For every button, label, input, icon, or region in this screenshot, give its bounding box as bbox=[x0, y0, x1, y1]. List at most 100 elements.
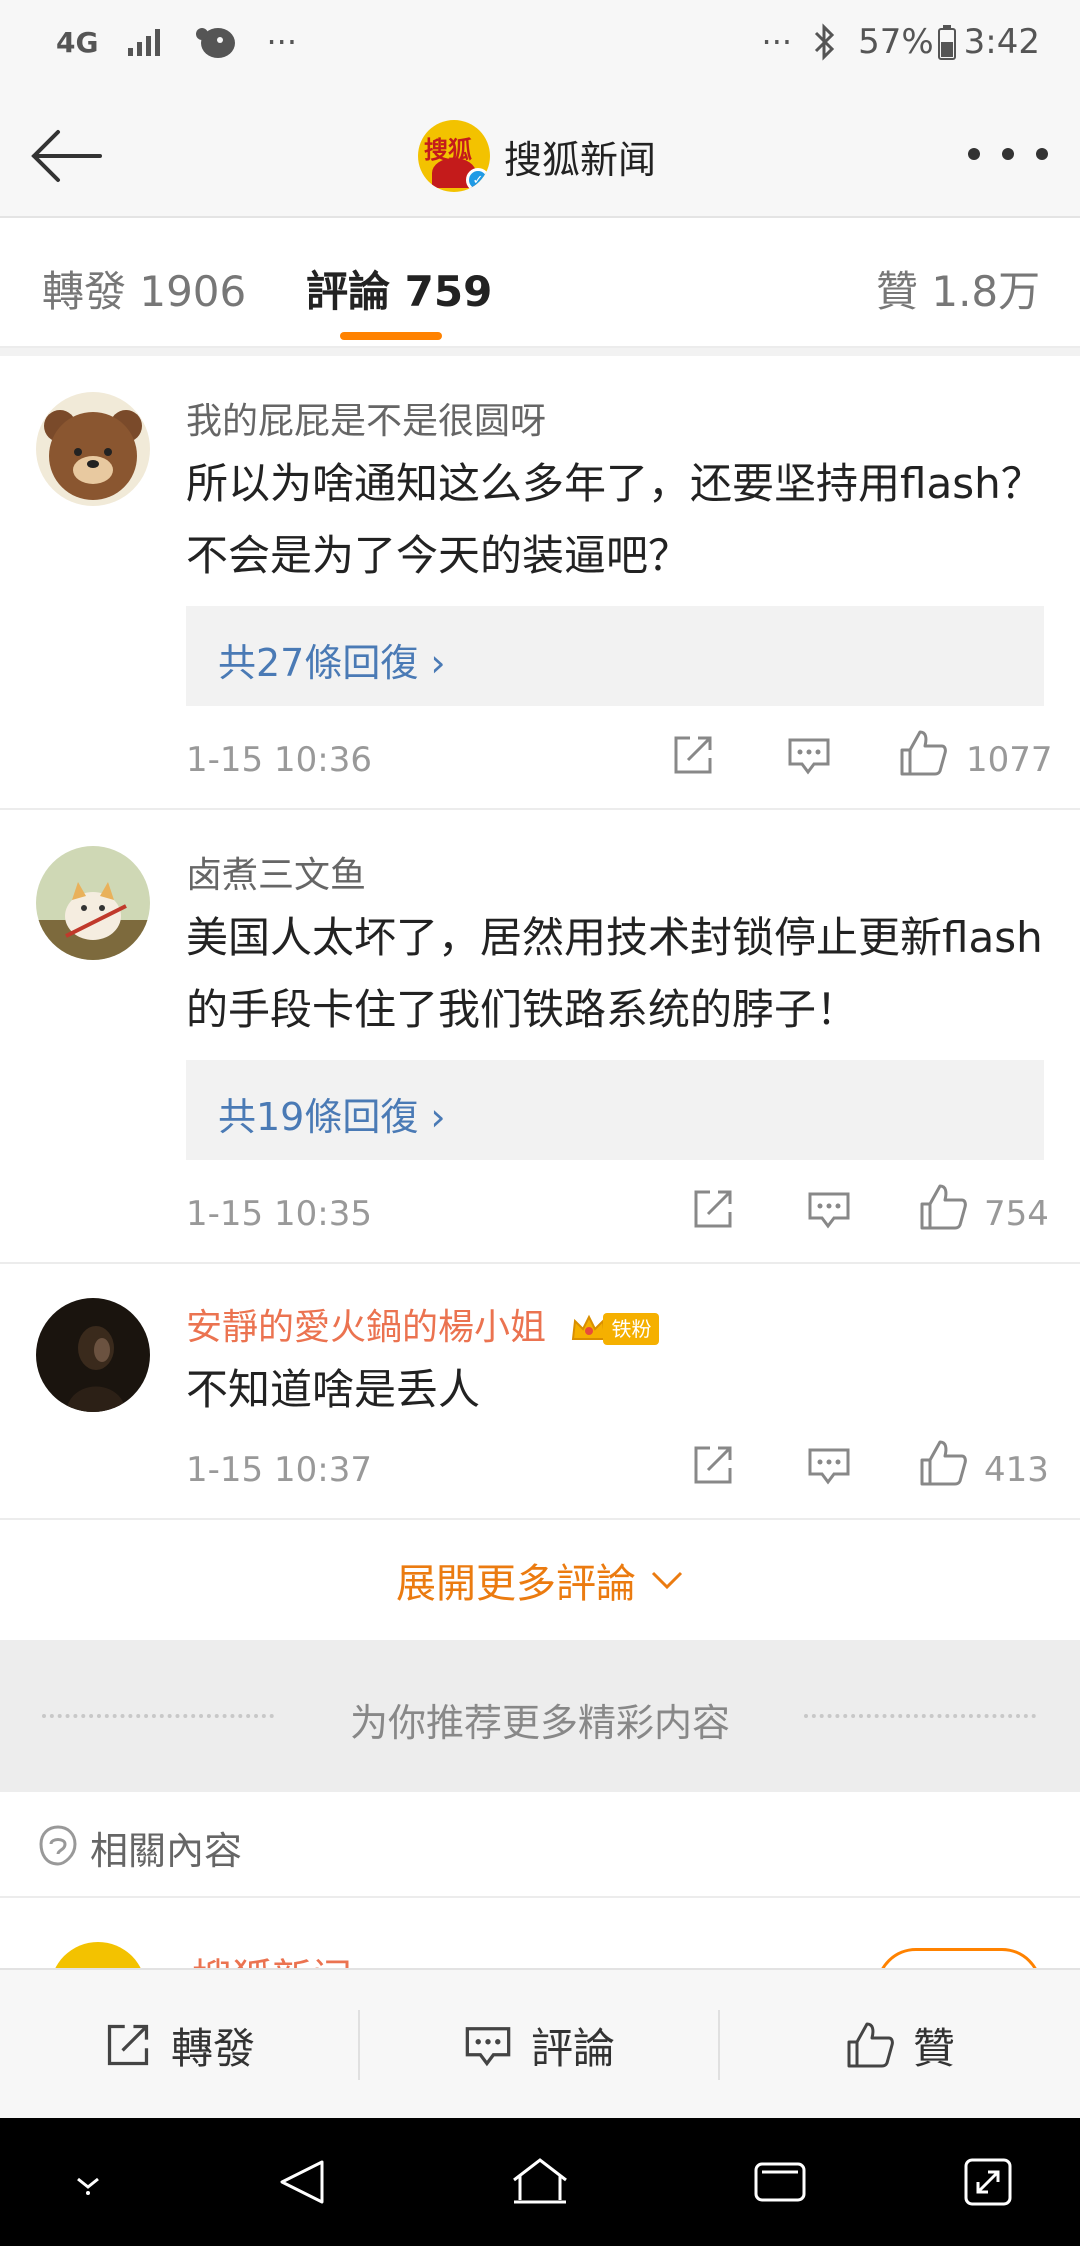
app-notification-icon bbox=[196, 28, 236, 58]
share-button[interactable] bbox=[690, 1186, 736, 1232]
account-name[interactable]: 搜狐新闻 bbox=[504, 129, 656, 184]
related-avatar bbox=[50, 1942, 146, 1970]
portrait-avatar-icon bbox=[66, 1326, 126, 1412]
comment-author-name: 安靜的愛火鍋的楊小姐 bbox=[186, 1307, 547, 1348]
replies-link[interactable]: 共19條回復 › bbox=[186, 1060, 1044, 1160]
divider bbox=[0, 346, 1080, 356]
more-notifications-indicator: ··· bbox=[266, 23, 297, 61]
hide-nav-button[interactable] bbox=[52, 2146, 124, 2218]
related-author: 搜狐新闻 bbox=[192, 1946, 352, 1970]
like-count: 413 bbox=[984, 1450, 1049, 1490]
thumbs-up-icon bbox=[900, 730, 947, 776]
repost-label: 轉發 bbox=[170, 2023, 255, 2073]
recommend-label: 为你推荐更多精彩内容 bbox=[349, 1701, 730, 1745]
like-button[interactable] bbox=[898, 728, 948, 778]
comment-icon bbox=[465, 2027, 511, 2067]
comment-author[interactable]: 安靜的愛火鍋的楊小姐 铁粉 bbox=[186, 1298, 660, 1350]
comment-item: 安靜的愛火鍋的楊小姐 铁粉 不知道啥是丢人 1-15 10:37 413 bbox=[0, 1264, 1080, 1520]
like-button[interactable] bbox=[918, 1438, 968, 1488]
network-indicator: 4G bbox=[56, 25, 99, 59]
comment-author[interactable]: 我的屁屁是不是很圆呀 bbox=[186, 392, 546, 444]
recents-nav-button[interactable] bbox=[744, 2146, 816, 2218]
related-content-header: 相關內容 bbox=[0, 1792, 1080, 1898]
tab-comments[interactable]: 評論 759 bbox=[306, 258, 492, 319]
bottom-action-bar: 轉發 評論 贊 bbox=[0, 1968, 1080, 2118]
signal-icon bbox=[128, 29, 161, 56]
comment-item: 我的屁屁是不是很圆呀 所以为啥通知这么多年了，还要坚持用flash？ 不会是为了… bbox=[0, 356, 1080, 810]
chevron-down-icon bbox=[651, 1571, 683, 1590]
chevron-down-icon bbox=[77, 2177, 99, 2195]
thumbs-up-icon bbox=[920, 1440, 967, 1486]
avatar[interactable] bbox=[36, 846, 150, 960]
comment-time: 1-15 10:37 bbox=[186, 1450, 372, 1490]
thumbs-up-icon bbox=[847, 2022, 894, 2068]
replies-label: 共19條回復 › bbox=[218, 1095, 446, 1139]
system-navigation-bar bbox=[0, 2118, 1080, 2246]
more-dot-icon bbox=[1036, 148, 1048, 160]
comment-text: 不知道啥是丢人 bbox=[186, 1365, 481, 1414]
comment-icon bbox=[808, 1448, 850, 1485]
share-icon bbox=[674, 736, 712, 774]
comment-icon bbox=[808, 1192, 850, 1229]
replies-link[interactable]: 共27條回復 › bbox=[186, 606, 1044, 706]
verified-icon: ✓ bbox=[466, 168, 490, 192]
share-button[interactable] bbox=[690, 1442, 736, 1488]
like-count: 754 bbox=[984, 1194, 1049, 1234]
repost-button[interactable]: 轉發 bbox=[0, 1970, 358, 2120]
reply-button[interactable] bbox=[786, 732, 832, 778]
reply-button[interactable] bbox=[806, 1442, 852, 1488]
like-button[interactable] bbox=[918, 1182, 968, 1232]
fan-badge: 铁粉 bbox=[569, 1309, 660, 1349]
tab-repost[interactable]: 轉發 1906 bbox=[42, 258, 246, 319]
replies-label: 共27條回復 › bbox=[218, 641, 446, 685]
comment-text: 所以为啥通知这么多年了，还要坚持用flash？ 不会是为了今天的装逼吧？ bbox=[186, 459, 1043, 580]
comment-time: 1-15 10:36 bbox=[186, 740, 372, 780]
expand-nav-button[interactable] bbox=[952, 2146, 1024, 2218]
home-icon bbox=[513, 2158, 567, 2204]
comment-author[interactable]: 卤煮三文鱼 bbox=[186, 846, 366, 898]
bluetooth-icon bbox=[815, 23, 835, 61]
bear-avatar-icon bbox=[44, 410, 142, 500]
comment-icon bbox=[788, 738, 830, 775]
reply-button[interactable] bbox=[806, 1186, 852, 1232]
like-count: 1077 bbox=[966, 740, 1053, 780]
share-icon bbox=[694, 1190, 732, 1228]
expand-more-label: 展開更多評論 bbox=[396, 1561, 636, 1607]
dotted-rule bbox=[804, 1714, 1036, 1718]
follow-button[interactable] bbox=[876, 1948, 1042, 1970]
expand-more-comments-button[interactable]: 展開更多評論 bbox=[0, 1520, 1080, 1640]
cat-avatar-icon bbox=[36, 882, 150, 960]
more-dot-icon bbox=[1002, 148, 1014, 160]
more-status-indicator: ··· bbox=[761, 23, 793, 61]
active-tab-indicator bbox=[340, 332, 442, 340]
avatar[interactable] bbox=[36, 1298, 150, 1412]
triangle-back-icon bbox=[280, 2160, 324, 2204]
back-button[interactable] bbox=[24, 114, 108, 198]
share-icon bbox=[694, 1446, 732, 1484]
related-item-preview[interactable]: 搜狐新闻 bbox=[0, 1900, 1080, 1970]
avatar[interactable] bbox=[36, 392, 150, 506]
recommend-divider: 为你推荐更多精彩内容 bbox=[0, 1640, 1080, 1792]
comment-label: 評論 bbox=[530, 2023, 615, 2073]
comment-time: 1-15 10:35 bbox=[186, 1194, 372, 1234]
related-icon bbox=[39, 1825, 77, 1866]
battery-icon bbox=[937, 25, 956, 60]
back-nav-button[interactable] bbox=[266, 2146, 338, 2218]
expand-arrows-icon bbox=[964, 2158, 1012, 2206]
comment-button[interactable]: 評論 bbox=[360, 1970, 718, 2120]
account-avatar[interactable]: 搜狐 ✓ bbox=[418, 120, 490, 192]
account-header[interactable]: 搜狐 ✓ 搜狐新闻 bbox=[418, 118, 656, 194]
like-post-button[interactable]: 贊 bbox=[720, 1970, 1080, 2120]
tab-likes[interactable]: 贊 1.8万 bbox=[876, 258, 1040, 319]
comment-item: 卤煮三文鱼 美国人太坏了，居然用技术封锁停止更新flash的手段卡住了我们铁路系… bbox=[0, 810, 1080, 1264]
tab-bar: 轉發 1906 評論 759 贊 1.8万 bbox=[0, 218, 1080, 348]
more-options-button[interactable] bbox=[968, 132, 1048, 176]
battery-percent: 57% bbox=[858, 22, 934, 62]
nav-bar: 搜狐 ✓ 搜狐新闻 bbox=[0, 92, 1080, 218]
comment-text: 美国人太坏了，居然用技术封锁停止更新flash的手段卡住了我们铁路系统的脖子！ bbox=[186, 913, 1043, 1034]
home-nav-button[interactable] bbox=[504, 2146, 576, 2218]
back-arrow-icon bbox=[31, 130, 102, 182]
share-button[interactable] bbox=[670, 732, 716, 778]
recents-icon bbox=[754, 2162, 806, 2202]
more-dot-icon bbox=[968, 148, 980, 160]
